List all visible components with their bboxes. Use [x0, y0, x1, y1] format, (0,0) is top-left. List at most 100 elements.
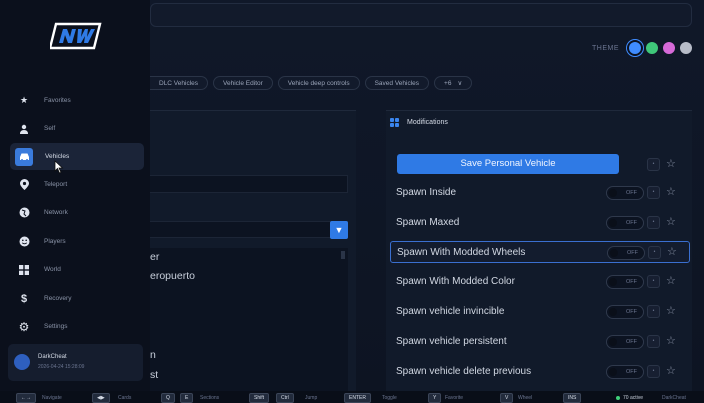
hint-label: Toggle	[382, 395, 397, 401]
grid-icon	[16, 262, 32, 278]
sidebar-item-self[interactable]: Self	[10, 115, 144, 142]
toggle-knob	[609, 368, 617, 376]
brand-logo	[50, 22, 102, 50]
toggle-state: OFF	[626, 220, 637, 226]
theme-color-blue[interactable]	[629, 42, 641, 54]
keybind-button[interactable]: •	[647, 365, 660, 378]
tab-vehicle-editor[interactable]: Vehicle Editor	[213, 76, 273, 90]
star-icon[interactable]: ☆	[666, 215, 676, 228]
star-icon[interactable]: ☆	[666, 334, 676, 347]
toggle-switch[interactable]: OFF	[607, 246, 645, 260]
star-icon[interactable]: ☆	[666, 364, 676, 377]
sidebar-item-settings[interactable]: ⚙ Settings	[10, 313, 144, 340]
tab-saved-vehicles[interactable]: Saved Vehicles	[364, 76, 430, 90]
toggle-switch[interactable]: OFF	[606, 335, 644, 349]
sidebar-item-teleport[interactable]: Teleport	[10, 171, 144, 198]
toggle-state: OFF	[626, 339, 637, 345]
search-bar[interactable]	[150, 3, 692, 27]
sidebar-item-label: Vehicles	[45, 153, 70, 160]
hint-label: Favorite	[445, 395, 464, 401]
keybind-button[interactable]: •	[647, 158, 660, 171]
panel-title: Modifications	[407, 119, 448, 126]
vehicle-category-select[interactable]	[150, 221, 348, 238]
star-icon[interactable]: ☆	[666, 185, 676, 198]
list-item[interactable]: st	[150, 369, 158, 381]
toggle-knob	[609, 308, 617, 316]
sidebar-item-world[interactable]: World	[10, 256, 144, 283]
tab-dlc-vehicles[interactable]: DLC Vehicles	[150, 76, 209, 90]
list-item[interactable]: eropuerto	[150, 270, 195, 282]
theme-color-pink[interactable]	[663, 42, 675, 54]
sidebar-item-network[interactable]: Network	[10, 199, 144, 226]
globe-icon	[16, 205, 32, 221]
user-name: DarkCheat	[38, 354, 67, 360]
dropdown-arrow-icon[interactable]: ▼	[330, 221, 348, 239]
list-item[interactable]: n	[150, 349, 156, 361]
vehicle-search-input[interactable]	[150, 175, 348, 193]
key-v: V	[500, 393, 514, 403]
toggle-knob	[609, 338, 617, 346]
keybind-button[interactable]: •	[648, 246, 661, 259]
star-icon[interactable]: ☆	[667, 245, 677, 258]
list-item: Spawn Maxed OFF • ☆	[390, 212, 690, 234]
grid-icon	[390, 118, 399, 127]
mouse-cursor-icon	[54, 160, 64, 174]
keybind-button[interactable]: •	[647, 216, 660, 229]
star-icon[interactable]: ☆	[666, 274, 676, 287]
toggle-knob	[609, 219, 617, 227]
star-icon: ★	[19, 95, 29, 105]
list-scrollbar[interactable]	[341, 251, 345, 259]
toggle-state: OFF	[626, 309, 637, 315]
toggle-switch[interactable]: OFF	[606, 216, 644, 230]
list-item: Spawn With Modded Color OFF • ☆	[390, 271, 690, 293]
option-label: Spawn With Modded Wheels	[397, 247, 526, 258]
tab-more-count: +6	[444, 80, 452, 87]
list-item[interactable]: er	[150, 251, 159, 263]
tab-vehicle-deep-controls[interactable]: Vehicle deep controls	[277, 76, 360, 90]
gear-icon: ⚙	[18, 319, 30, 334]
toggle-knob	[609, 278, 617, 286]
toggle-switch[interactable]: OFF	[606, 305, 644, 319]
status-dot	[616, 396, 620, 400]
toggle-knob	[610, 249, 618, 257]
sidebar-item-recovery[interactable]: $ Recovery	[10, 285, 144, 312]
sidebar-item-players[interactable]: Players	[10, 228, 144, 255]
option-label: Spawn vehicle invincible	[396, 306, 505, 317]
user-card[interactable]: DarkCheat 2026-04-24 15:28:09	[8, 344, 143, 381]
list-item: Spawn vehicle invincible OFF • ☆	[390, 301, 690, 323]
star-icon[interactable]: ☆	[666, 157, 676, 170]
keybind-button[interactable]: •	[647, 275, 660, 288]
sidebar-item-label: Self	[44, 125, 56, 132]
list-item: Spawn vehicle delete previous OFF • ☆	[390, 361, 690, 383]
list-item[interactable]: Spawn With Modded Wheels OFF • ☆	[390, 241, 690, 263]
star-icon[interactable]: ☆	[666, 304, 676, 317]
sidebar-item-favorites[interactable]: ★ Favorites	[10, 87, 144, 114]
keybind-hint-bar: ←→ Navigate ◀▶ Cards Q E Sections Shift …	[0, 391, 704, 403]
option-label: Spawn vehicle persistent	[396, 336, 507, 347]
sidebar-item-label: Recovery	[44, 295, 72, 302]
keybind-button[interactable]: •	[647, 305, 660, 318]
toggle-switch[interactable]: OFF	[606, 365, 644, 379]
save-personal-vehicle-button[interactable]: Save Personal Vehicle	[397, 154, 619, 174]
keybind-button[interactable]: •	[647, 335, 660, 348]
option-label: Spawn With Modded Color	[396, 276, 515, 287]
sidebar-item-label: World	[44, 266, 61, 273]
theme-picker: THEME	[592, 42, 692, 54]
key-ctrl: Ctrl	[276, 393, 294, 403]
theme-color-gray[interactable]	[680, 42, 692, 54]
tab-more[interactable]: +6 ∨	[434, 76, 473, 90]
panel-header: Modifications	[390, 118, 448, 127]
sidebar-item-label: Teleport	[44, 181, 68, 188]
toggle-knob	[609, 189, 617, 197]
toggle-switch[interactable]: OFF	[606, 275, 644, 289]
toggle-switch[interactable]: OFF	[606, 186, 644, 200]
key-cards: ◀▶	[92, 393, 110, 403]
key-e: E	[180, 393, 194, 403]
toggle-state: OFF	[626, 190, 637, 196]
sidebar-item-vehicles[interactable]: Vehicles	[10, 143, 144, 170]
theme-color-green[interactable]	[646, 42, 658, 54]
keybind-button[interactable]: •	[647, 186, 660, 199]
smiley-icon	[16, 234, 32, 250]
key-y: Y	[428, 393, 442, 403]
option-label: Spawn vehicle delete previous	[396, 366, 532, 377]
